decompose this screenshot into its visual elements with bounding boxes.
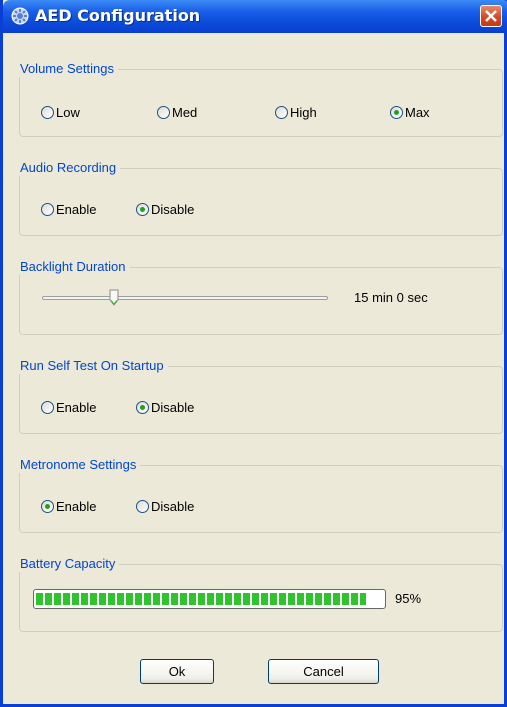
backlight-slider-track[interactable] bbox=[42, 296, 328, 300]
volume-high-radio[interactable]: High bbox=[275, 103, 317, 121]
radio-circle-icon bbox=[41, 499, 54, 513]
close-icon bbox=[485, 10, 497, 22]
metronome-disable-radio[interactable]: Disable bbox=[136, 497, 194, 515]
self-test-disable-radio[interactable]: Disable bbox=[136, 398, 194, 416]
radio-circle-icon bbox=[136, 499, 149, 513]
volume-settings-legend: Volume Settings bbox=[19, 61, 118, 77]
volume-med-radio[interactable]: Med bbox=[157, 103, 197, 121]
self-test-legend: Run Self Test On Startup bbox=[19, 358, 168, 374]
self-test-group: Run Self Test On Startup Enable Disable bbox=[19, 358, 503, 434]
backlight-duration-legend: Backlight Duration bbox=[19, 259, 130, 275]
radio-circle-icon bbox=[41, 400, 54, 414]
radio-circle-icon bbox=[157, 105, 170, 119]
radio-label: Disable bbox=[151, 399, 195, 415]
radio-circle-icon bbox=[275, 105, 288, 119]
radio-label: Enable bbox=[56, 399, 97, 415]
radio-circle-icon bbox=[41, 105, 54, 119]
radio-label: Low bbox=[56, 104, 80, 120]
self-test-enable-radio[interactable]: Enable bbox=[41, 398, 96, 416]
audio-disable-radio[interactable]: Disable bbox=[136, 200, 194, 218]
backlight-duration-group: Backlight Duration 15 min 0 sec bbox=[19, 259, 503, 335]
radio-label: Disable bbox=[151, 201, 195, 217]
backlight-value: 15 min 0 sec bbox=[354, 290, 428, 305]
audio-recording-legend: Audio Recording bbox=[19, 160, 121, 176]
battery-capacity-group: Battery Capacity 95% bbox=[19, 556, 503, 632]
close-button[interactable] bbox=[480, 5, 502, 27]
radio-label: Disable bbox=[151, 498, 195, 514]
battery-progress-fill bbox=[36, 593, 366, 605]
radio-circle-icon bbox=[136, 400, 149, 414]
radio-label: Med bbox=[172, 104, 198, 120]
radio-label: High bbox=[290, 104, 317, 120]
radio-label: Enable bbox=[56, 201, 97, 217]
audio-enable-radio[interactable]: Enable bbox=[41, 200, 96, 218]
battery-capacity-legend: Battery Capacity bbox=[19, 556, 120, 572]
radio-circle-icon bbox=[136, 202, 149, 216]
radio-label: Max bbox=[405, 104, 430, 120]
window-title: AED Configuration bbox=[35, 6, 201, 25]
volume-low-radio[interactable]: Low bbox=[41, 103, 80, 121]
metronome-settings-group: Metronome Settings Enable Disable bbox=[19, 457, 503, 533]
metronome-settings-legend: Metronome Settings bbox=[19, 457, 141, 473]
ok-button[interactable]: Ok bbox=[140, 659, 214, 684]
volume-max-radio[interactable]: Max bbox=[390, 103, 430, 121]
dialog-window: AED Configuration Volume Settings Low Me… bbox=[0, 0, 507, 707]
battery-progress-bar bbox=[33, 589, 386, 609]
cancel-button[interactable]: Cancel bbox=[268, 659, 379, 684]
volume-settings-group: Volume Settings Low Med High Max bbox=[19, 61, 503, 137]
title-bar[interactable]: AED Configuration bbox=[3, 0, 507, 33]
radio-label: Enable bbox=[56, 498, 97, 514]
slider-thumb-icon[interactable] bbox=[109, 289, 119, 307]
app-icon bbox=[11, 7, 29, 25]
battery-percent: 95% bbox=[395, 591, 422, 606]
audio-recording-group: Audio Recording Enable Disable bbox=[19, 160, 503, 236]
metronome-enable-radio[interactable]: Enable bbox=[41, 497, 96, 515]
radio-circle-icon bbox=[390, 105, 403, 119]
radio-circle-icon bbox=[41, 202, 54, 216]
